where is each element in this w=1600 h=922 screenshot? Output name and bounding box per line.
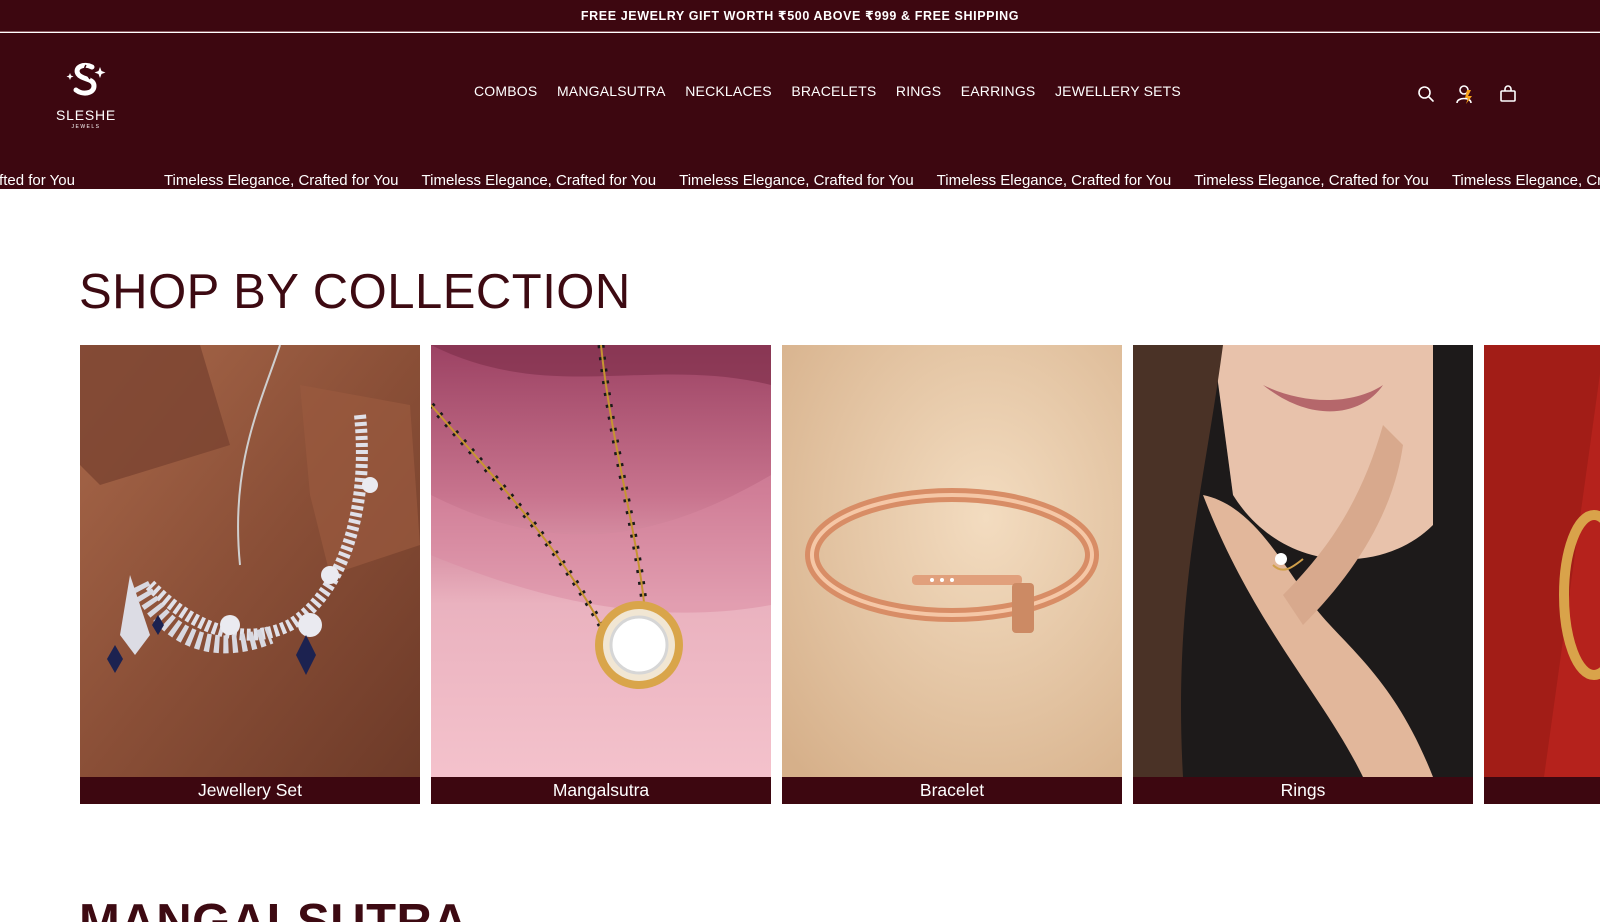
card-label: Bracelet [782, 777, 1122, 804]
collection-carousel: Jewellery Set Mangalsutra Bracelet Rings [80, 345, 1600, 805]
nav-item-combos[interactable]: COMBOS [474, 83, 537, 103]
marquee-item: Timeless Elegance, Crafted for You [1194, 172, 1429, 189]
marquee-item: Timeless Elegance, Crafted for You [679, 172, 914, 189]
collection-card-rings[interactable]: Rings [1133, 345, 1473, 805]
nav-item-jewellery-sets[interactable]: JEWELLERY SETS [1055, 83, 1181, 103]
announcement-text: FREE JEWELRY GIFT WORTH ₹500 ABOVE ₹999 … [580, 9, 1020, 23]
card-label: Mangalsutra [431, 777, 771, 804]
mangalsutra-image [431, 345, 771, 777]
nav-item-bracelets[interactable]: BRACELETS [791, 83, 876, 103]
logo-mark-icon [64, 61, 108, 103]
marquee-item: Timeless Elegance, Crafted for You [163, 172, 399, 189]
card-label: Rings [1133, 777, 1473, 804]
nav-item-mangalsutra[interactable]: MANGALSUTRA [557, 83, 666, 103]
marquee-item: Timeless Elegance, Crafted for You [1451, 172, 1600, 189]
site-header: SLESHE JEWELS COMBOS MANGALSUTRA NECKLAC… [0, 33, 1600, 189]
marquee-item: ance, Crafted for You [0, 172, 75, 189]
jewellery-set-image [80, 345, 420, 777]
collection-card-bracelet[interactable]: Bracelet [782, 345, 1122, 805]
marquee-banner: ance, Crafted for You Timeless Elegance,… [0, 172, 1600, 206]
collection-card-jewellery-set[interactable]: Jewellery Set [80, 345, 420, 805]
section-title: SHOP BY COLLECTION [79, 265, 631, 319]
bracelet-image [782, 345, 1122, 777]
account-icon[interactable] [1454, 83, 1476, 105]
marquee-item: Timeless Elegance, Crafted for You [936, 172, 1172, 189]
search-icon[interactable] [1415, 83, 1437, 105]
rings-image [1133, 345, 1473, 777]
next-section-title: MANGALSUTRA [79, 895, 469, 922]
nav-item-earrings[interactable]: EARRINGS [961, 83, 1036, 103]
brand-name: SLESHE [55, 107, 117, 123]
card-label: Jewellery Set [80, 777, 420, 804]
marquee-item: Timeless Elegance, Crafted for You [421, 172, 657, 189]
collection-card-mangalsutra[interactable]: Mangalsutra [431, 345, 771, 805]
card-label [1484, 777, 1600, 804]
nav-item-rings[interactable]: RINGS [896, 83, 941, 103]
brand-logo[interactable]: SLESHE JEWELS [50, 61, 122, 130]
cart-icon[interactable] [1497, 83, 1519, 105]
nav-item-necklaces[interactable]: NECKLACES [685, 83, 772, 103]
main-nav: COMBOS MANGALSUTRA NECKLACES BRACELETS R… [474, 83, 1200, 103]
partial-card-image [1484, 345, 1600, 777]
collection-card-partial[interactable] [1484, 345, 1600, 805]
brand-tagline: JEWELS [71, 124, 101, 130]
announcement-bar: FREE JEWELRY GIFT WORTH ₹500 ABOVE ₹999 … [0, 0, 1600, 32]
